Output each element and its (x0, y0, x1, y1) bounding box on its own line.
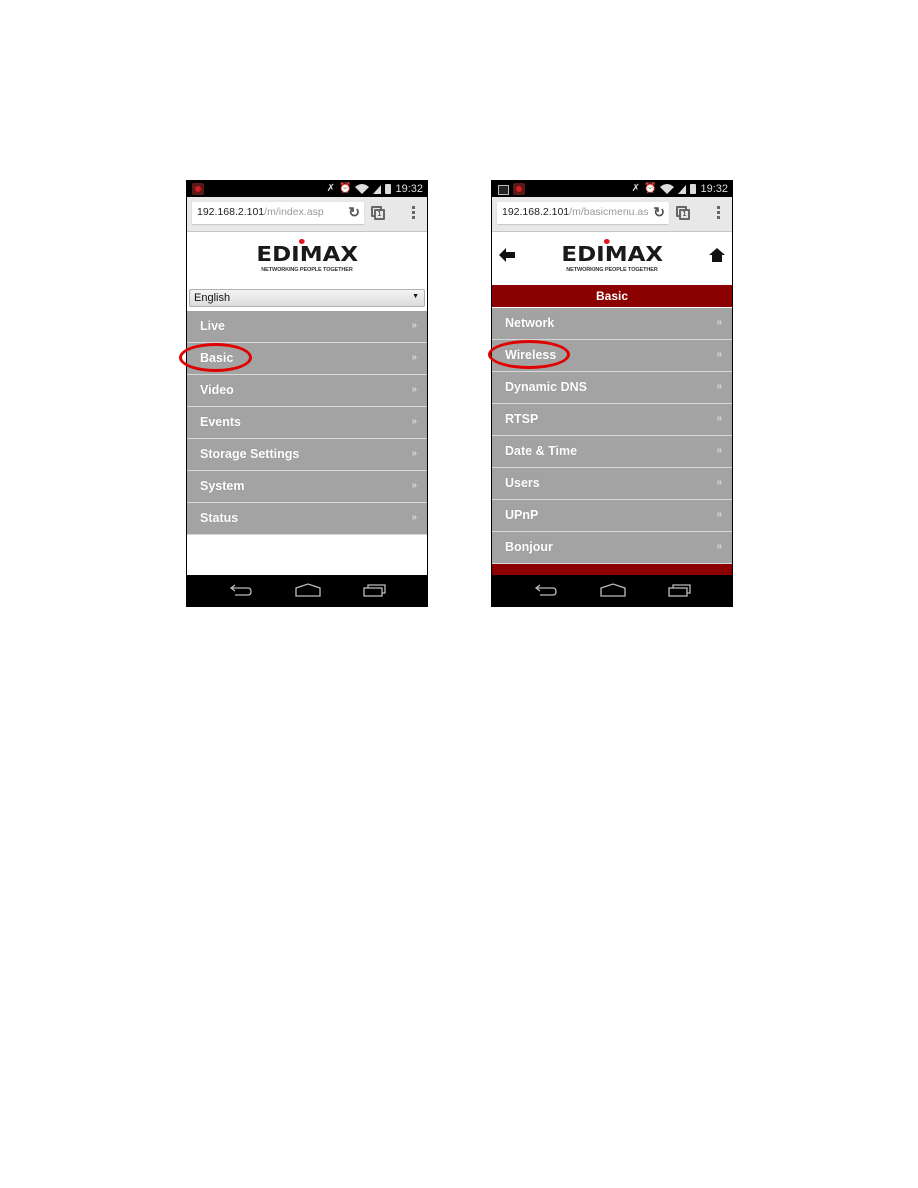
chevron-right-icon: » (411, 512, 416, 523)
browser-toolbar: 192.168.2.101/m/basicmenu.as ↻ 1 (492, 197, 732, 232)
menu-item-events[interactable]: Events» (187, 407, 427, 439)
chevron-right-icon: » (716, 381, 721, 392)
tabs-button[interactable]: 1 (676, 206, 690, 220)
menu-item-dynamic-dns[interactable]: Dynamic DNS» (492, 372, 732, 404)
chevron-right-icon: » (411, 448, 416, 459)
logo-tagline: NETWORKING PEOPLE TOGETHER (566, 267, 658, 273)
status-bar: ✗ ⏰ 19:32 (187, 181, 427, 197)
url-field[interactable]: 192.168.2.101/m/basicmenu.as ↻ (497, 202, 669, 224)
chevron-right-icon: » (716, 413, 721, 424)
status-bar: ✗ ⏰ 19:32 (492, 181, 732, 197)
app-notification-icon (192, 183, 204, 195)
url-path: /m/index.asp (264, 206, 324, 218)
logo-tagline: NETWORKING PEOPLE TOGETHER (261, 267, 353, 273)
home-nav-icon[interactable] (600, 583, 626, 597)
overflow-menu-icon[interactable] (412, 206, 415, 221)
language-select[interactable]: English ▼ (189, 289, 425, 307)
app-notification-icon (513, 183, 525, 195)
wifi-icon (355, 184, 370, 194)
menu-item-basic[interactable]: Basic» (187, 343, 427, 375)
menu-item-wireless[interactable]: Wireless» (492, 340, 732, 372)
back-arrow-icon[interactable] (499, 248, 515, 262)
android-nav-bar (492, 575, 732, 606)
menu-item-status[interactable]: Status» (187, 503, 427, 535)
page-header: EDIMAX NETWORKING PEOPLE TOGETHER (492, 232, 732, 285)
menu-item-users[interactable]: Users» (492, 468, 732, 500)
reload-icon[interactable]: ↻ (653, 204, 665, 221)
tab-count: 1 (374, 209, 385, 220)
mute-icon: ✗ (631, 183, 641, 194)
chevron-right-icon: » (716, 541, 721, 552)
menu-item-network[interactable]: Network» (492, 308, 732, 340)
menu-item-rtsp[interactable]: RTSP» (492, 404, 732, 436)
alarm-icon: ⏰ (339, 183, 352, 194)
chevron-right-icon: » (411, 352, 416, 363)
phone-screenshot-basic-menu: ✗ ⏰ 19:32 192.168.2.101/m/basicmenu.as ↻… (491, 180, 733, 607)
chevron-right-icon: » (411, 416, 416, 427)
logo-brand: EDIMAX (561, 242, 663, 266)
chevron-right-icon: » (716, 509, 721, 520)
chevron-right-icon: » (411, 480, 416, 491)
reload-icon[interactable]: ↻ (348, 204, 360, 221)
basic-submenu: Network» Wireless» Dynamic DNS» RTSP» Da… (492, 308, 732, 564)
chevron-right-icon: » (716, 349, 721, 360)
browser-toolbar: 192.168.2.101/m/index.asp ↻ 1 (187, 197, 427, 232)
main-menu: Live» Basic» Video» Events» Storage Sett… (187, 311, 427, 535)
recents-nav-icon[interactable] (363, 583, 387, 597)
edimax-logo: EDIMAX NETWORKING PEOPLE TOGETHER (561, 239, 663, 273)
menu-item-video[interactable]: Video» (187, 375, 427, 407)
menu-item-system[interactable]: System» (187, 471, 427, 503)
overflow-menu-icon[interactable] (717, 206, 720, 221)
menu-item-live[interactable]: Live» (187, 311, 427, 343)
signal-icon (678, 184, 687, 194)
section-title-bar: Basic (492, 285, 732, 307)
chevron-right-icon: » (716, 445, 721, 456)
home-icon[interactable] (709, 247, 725, 263)
mute-icon: ✗ (326, 183, 336, 194)
status-time: 19:32 (395, 183, 423, 195)
back-nav-icon[interactable] (229, 583, 253, 597)
chevron-right-icon: » (411, 320, 416, 331)
screenshot-icon (498, 185, 509, 195)
menu-item-bonjour[interactable]: Bonjour» (492, 532, 732, 564)
alarm-icon: ⏰ (644, 183, 657, 194)
back-nav-icon[interactable] (534, 583, 558, 597)
dropdown-caret-icon: ▼ (412, 293, 419, 300)
battery-icon (385, 184, 392, 194)
language-select-value: English (194, 292, 231, 304)
chevron-right-icon: » (716, 317, 721, 328)
chevron-right-icon: » (716, 477, 721, 488)
tab-count: 1 (679, 209, 690, 220)
logo-brand: EDIMAX (256, 242, 358, 266)
edimax-logo: EDIMAX NETWORKING PEOPLE TOGETHER (256, 239, 358, 273)
chevron-right-icon: » (411, 384, 416, 395)
tabs-button[interactable]: 1 (371, 206, 385, 220)
url-path: /m/basicmenu.as (569, 206, 649, 218)
signal-icon (373, 184, 382, 194)
wifi-icon (660, 184, 675, 194)
recents-nav-icon[interactable] (668, 583, 692, 597)
status-time: 19:32 (700, 183, 728, 195)
url-host: 192.168.2.101 (502, 206, 570, 218)
android-nav-bar (187, 575, 427, 606)
menu-item-date-time[interactable]: Date & Time» (492, 436, 732, 468)
url-field[interactable]: 192.168.2.101/m/index.asp ↻ (192, 202, 364, 224)
url-host: 192.168.2.101 (197, 206, 265, 218)
page-header: EDIMAX NETWORKING PEOPLE TOGETHER (187, 232, 427, 285)
phone-screenshot-index: ✗ ⏰ 19:32 192.168.2.101/m/index.asp ↻ 1 … (186, 180, 428, 607)
menu-item-storage-settings[interactable]: Storage Settings» (187, 439, 427, 471)
battery-icon (690, 184, 697, 194)
home-nav-icon[interactable] (295, 583, 321, 597)
menu-item-upnp[interactable]: UPnP» (492, 500, 732, 532)
